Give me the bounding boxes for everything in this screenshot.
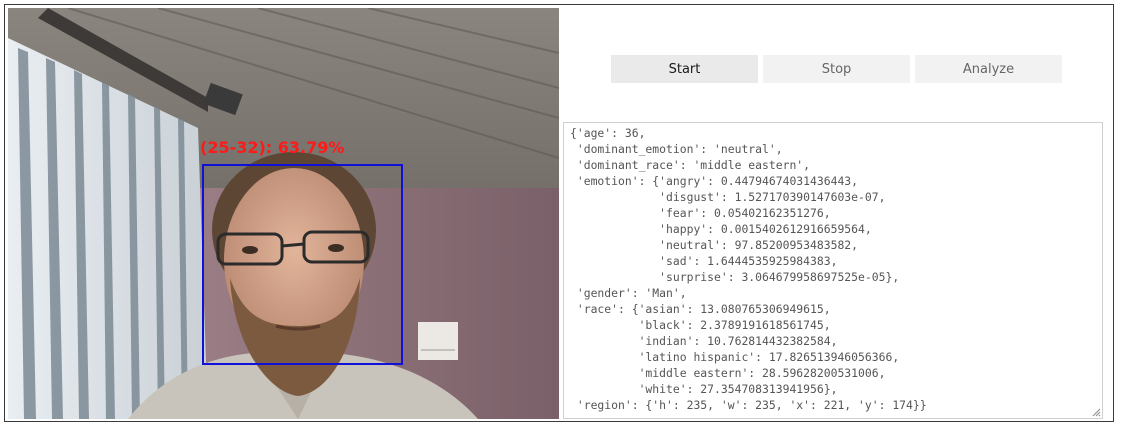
resize-grip-icon[interactable] [1091, 407, 1101, 417]
analyze-button[interactable]: Analyze [915, 55, 1062, 83]
control-buttons: Start Stop Analyze [611, 55, 1062, 83]
face-age-confidence-label: (25-32): 63.79% [200, 138, 345, 157]
analysis-result-text: {'age': 36, 'dominant_emotion': 'neutral… [570, 126, 927, 412]
analysis-result-textarea[interactable]: {'age': 36, 'dominant_emotion': 'neutral… [563, 122, 1103, 419]
face-detection-box [202, 164, 403, 365]
app-frame: (25-32): 63.79% Start Stop Analyze {'age… [4, 4, 1114, 422]
start-button[interactable]: Start [611, 55, 758, 83]
webcam-video: (25-32): 63.79% [8, 8, 559, 419]
stop-button[interactable]: Stop [763, 55, 910, 83]
